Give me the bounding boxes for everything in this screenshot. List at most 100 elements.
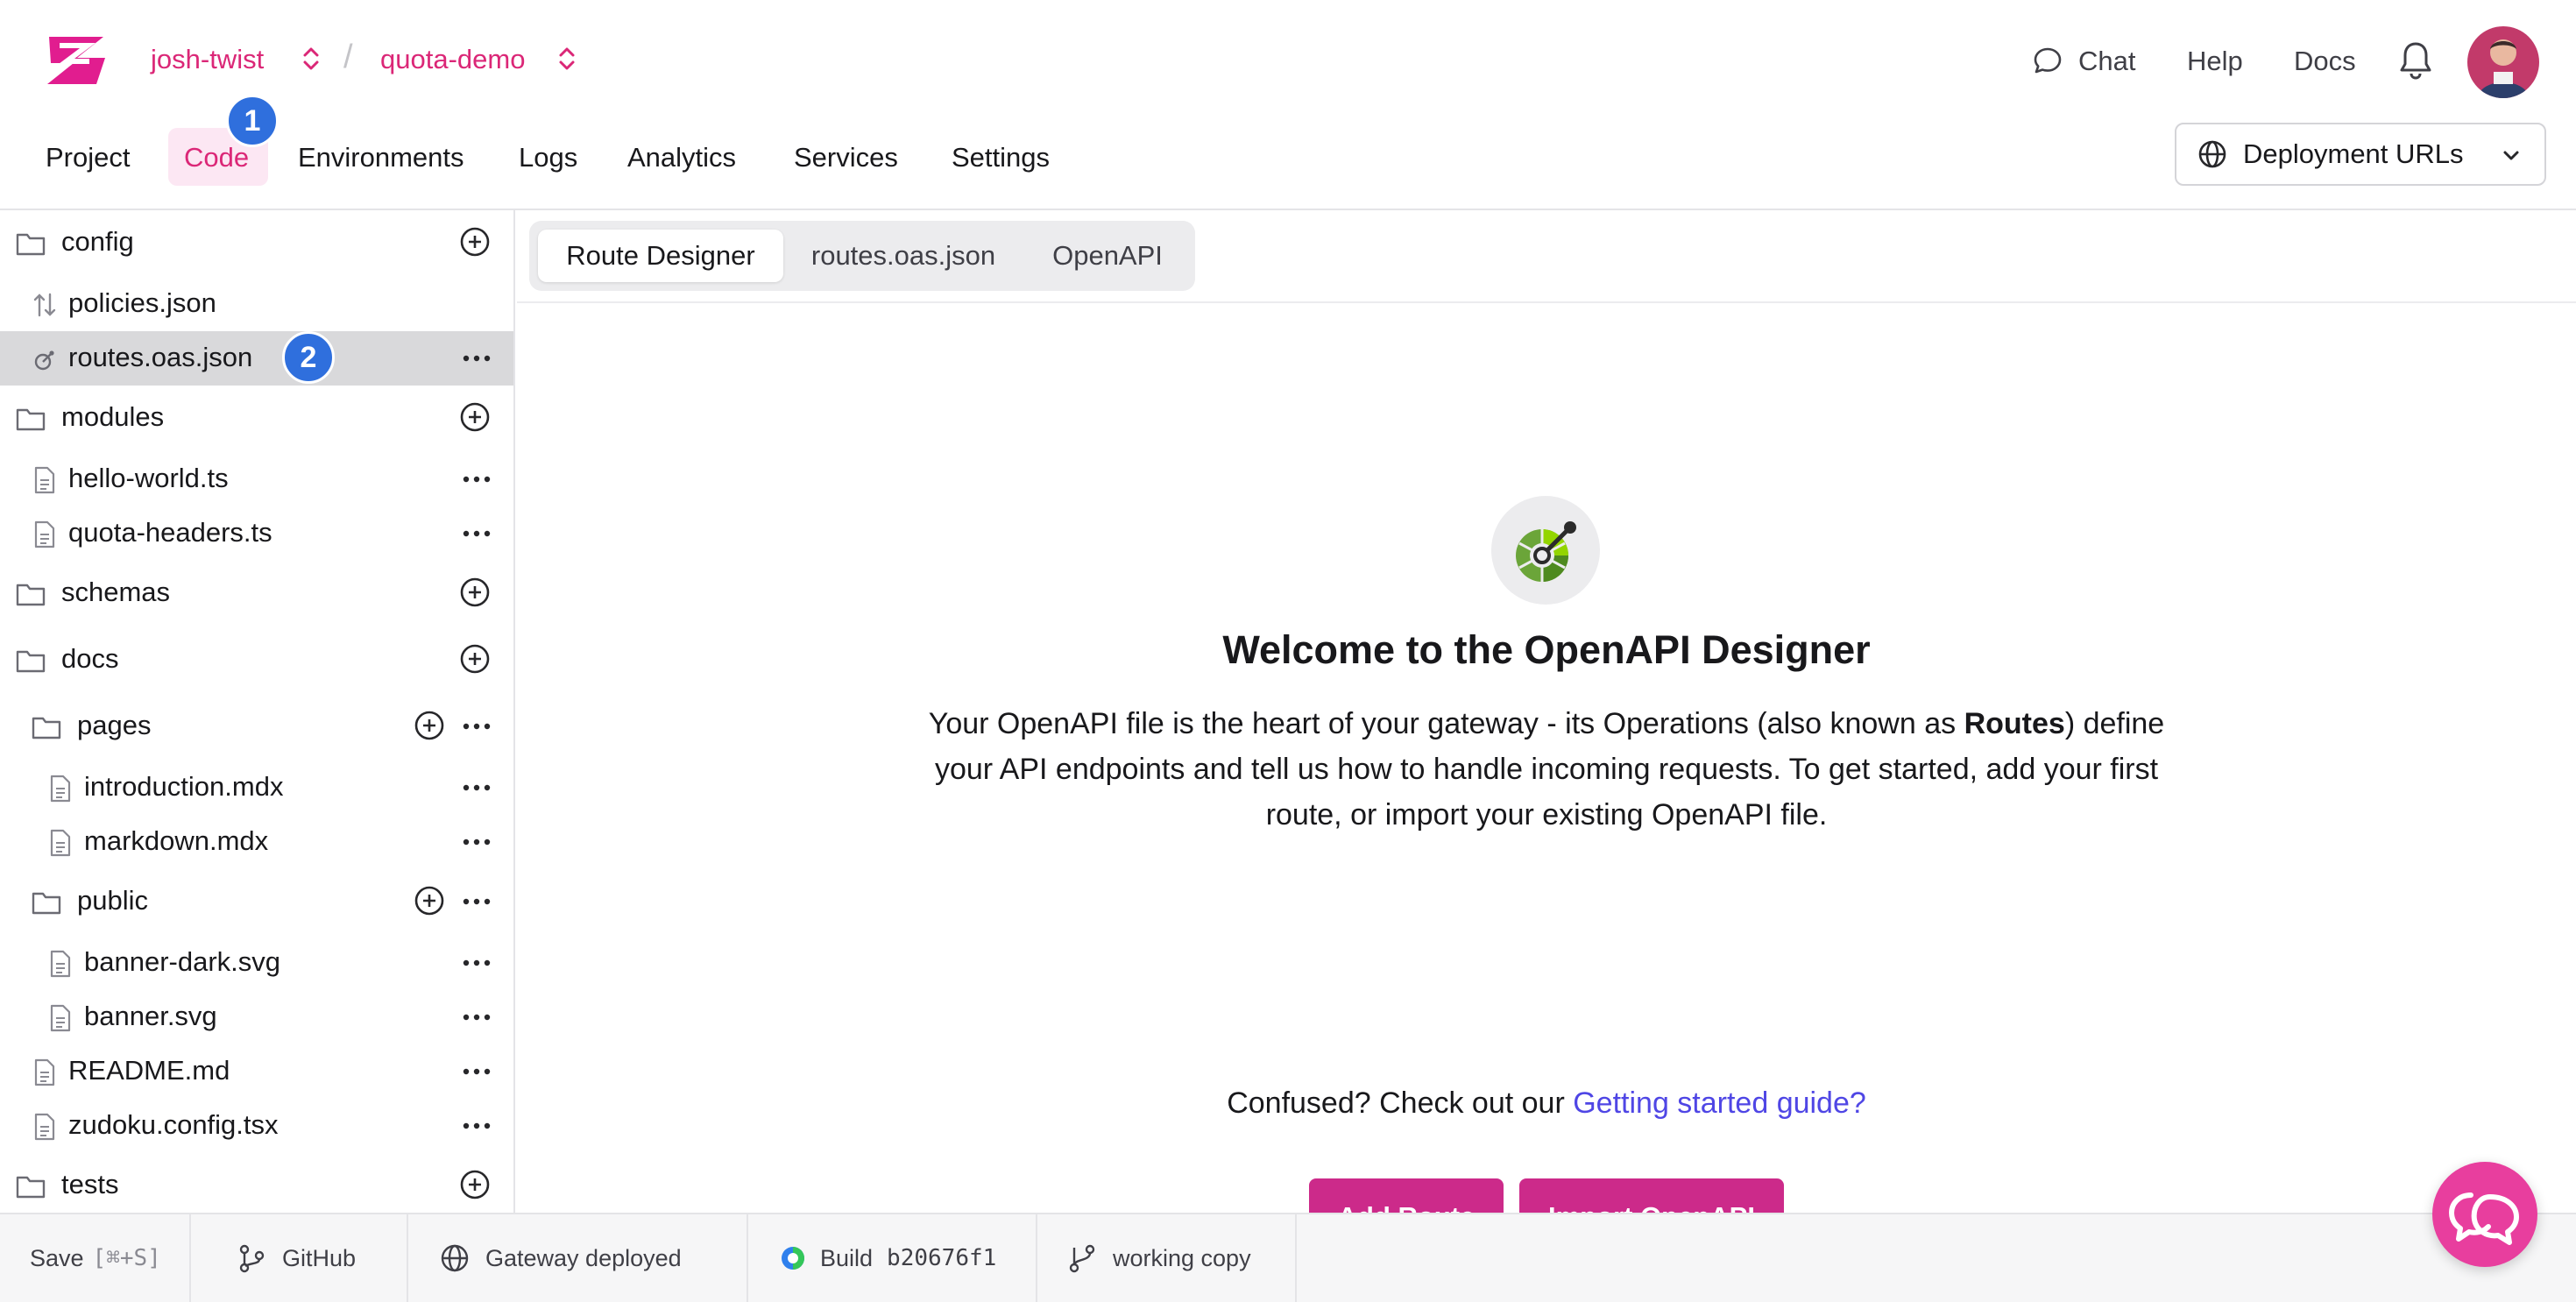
nav-tab-environments[interactable]: Environments bbox=[298, 142, 464, 173]
docs-link[interactable]: Docs bbox=[2294, 46, 2356, 77]
welcome-description: Your OpenAPI file is the heart of your g… bbox=[911, 701, 2182, 838]
file-zudoku-config-tsx[interactable]: zudoku.config.tsx bbox=[0, 1099, 513, 1151]
build-status[interactable]: Build b20676f1 bbox=[748, 1214, 1037, 1302]
file-introduction-mdx[interactable]: introduction.mdx bbox=[0, 761, 513, 813]
more-options-icon[interactable] bbox=[463, 783, 491, 792]
file-policies-json[interactable]: policies.json bbox=[0, 277, 513, 329]
globe-icon bbox=[440, 1243, 470, 1273]
tab-openapi[interactable]: OpenAPI bbox=[1027, 230, 1188, 282]
folder-docs[interactable]: docs bbox=[0, 633, 513, 685]
file-routes-oas-json[interactable]: routes.oas.json bbox=[0, 331, 513, 386]
build-hash: b20676f1 bbox=[887, 1245, 997, 1271]
add-file-icon[interactable] bbox=[459, 577, 491, 608]
annotation-badge-1: 1 bbox=[226, 95, 279, 147]
folder-modules[interactable]: modules bbox=[0, 391, 513, 443]
add-file-icon[interactable] bbox=[459, 401, 491, 433]
folder-pages[interactable]: pages bbox=[0, 699, 513, 752]
add-file-icon[interactable] bbox=[459, 226, 491, 258]
folder-icon bbox=[16, 648, 46, 673]
support-chat-button[interactable] bbox=[2432, 1162, 2537, 1267]
chat-bubble-icon[interactable] bbox=[2033, 46, 2063, 75]
tree-label: modules bbox=[61, 401, 165, 432]
nav-tab-project[interactable]: Project bbox=[46, 142, 130, 173]
more-options-icon[interactable] bbox=[463, 838, 491, 846]
save-status[interactable]: Save [⌘+S] bbox=[0, 1214, 191, 1302]
openapi-logo-icon bbox=[1491, 496, 1600, 605]
add-file-icon[interactable] bbox=[414, 710, 445, 741]
file-icon bbox=[49, 775, 72, 803]
org-chevron-updown-icon[interactable] bbox=[300, 44, 322, 74]
file-quota-headers-ts[interactable]: quota-headers.ts bbox=[0, 506, 513, 559]
more-options-icon[interactable] bbox=[463, 897, 491, 906]
tab-route-designer[interactable]: Route Designer bbox=[538, 230, 783, 282]
file-banner-dark-svg[interactable]: banner-dark.svg bbox=[0, 936, 513, 988]
folder-public[interactable]: public bbox=[0, 874, 513, 927]
more-options-icon[interactable] bbox=[463, 1013, 491, 1022]
editor-tabs: Route Designer routes.oas.json OpenAPI bbox=[529, 221, 1195, 291]
org-selector[interactable]: josh-twist bbox=[151, 44, 264, 75]
more-options-icon[interactable] bbox=[463, 722, 491, 731]
project-selector[interactable]: quota-demo bbox=[380, 44, 525, 75]
deployment-urls-label: Deployment URLs bbox=[2243, 138, 2464, 169]
file-readme-md[interactable]: README.md bbox=[0, 1044, 513, 1097]
branch-label: working copy bbox=[1113, 1244, 1251, 1271]
gateway-label: Gateway deployed bbox=[485, 1244, 682, 1271]
user-avatar[interactable] bbox=[2467, 26, 2539, 98]
file-markdown-mdx[interactable]: markdown.mdx bbox=[0, 815, 513, 867]
confused-text: Confused? Check out our bbox=[1227, 1086, 1574, 1120]
add-file-icon[interactable] bbox=[414, 885, 445, 916]
more-options-icon[interactable] bbox=[463, 1067, 491, 1076]
file-icon bbox=[33, 1113, 56, 1141]
project-chevron-updown-icon[interactable] bbox=[556, 44, 578, 74]
add-file-icon[interactable] bbox=[459, 643, 491, 675]
tab-routes-oas-json[interactable]: routes.oas.json bbox=[789, 230, 1018, 282]
branch-status[interactable]: working copy bbox=[1037, 1214, 1297, 1302]
chat-link[interactable]: Chat bbox=[2078, 46, 2135, 77]
tree-label: quota-headers.ts bbox=[68, 517, 272, 548]
help-line: Confused? Check out our Getting started … bbox=[517, 1086, 2576, 1121]
top-header: josh-twist / quota-demo Chat Help Docs P… bbox=[0, 0, 2576, 210]
file-tree-sidebar: config policies.json routes.oas.json 2 m… bbox=[0, 210, 515, 1213]
file-icon bbox=[49, 829, 72, 857]
build-status-icon bbox=[780, 1245, 806, 1271]
tree-label: policies.json bbox=[68, 287, 216, 318]
divider bbox=[517, 301, 2576, 303]
more-options-icon[interactable] bbox=[463, 1122, 491, 1130]
help-link[interactable]: Help bbox=[2187, 46, 2243, 77]
folder-tests[interactable]: tests bbox=[0, 1158, 513, 1211]
tree-label: public bbox=[77, 885, 148, 916]
getting-started-link[interactable]: Getting started guide? bbox=[1573, 1086, 1866, 1120]
gateway-status[interactable]: Gateway deployed bbox=[408, 1214, 748, 1302]
more-options-icon[interactable] bbox=[463, 354, 491, 363]
nav-tab-services[interactable]: Services bbox=[794, 142, 898, 173]
add-file-icon[interactable] bbox=[459, 1169, 491, 1200]
status-bar: Save [⌘+S] GitHub Gateway deployed Build… bbox=[0, 1213, 2576, 1302]
nav-tab-logs[interactable]: Logs bbox=[519, 142, 577, 173]
nav-tab-code[interactable]: Code bbox=[184, 142, 249, 173]
folder-config[interactable]: config bbox=[0, 216, 513, 268]
tree-label: introduction.mdx bbox=[84, 771, 284, 802]
notification-bell-icon[interactable] bbox=[2396, 39, 2436, 82]
github-status[interactable]: GitHub bbox=[191, 1214, 408, 1302]
tree-label: zudoku.config.tsx bbox=[68, 1109, 279, 1140]
file-banner-svg[interactable]: banner.svg bbox=[0, 990, 513, 1043]
tree-label: README.md bbox=[68, 1055, 230, 1086]
nav-tab-analytics[interactable]: Analytics bbox=[627, 142, 736, 173]
folder-icon bbox=[32, 715, 61, 739]
sort-arrows-icon bbox=[33, 291, 56, 319]
save-label: Save bbox=[30, 1244, 84, 1271]
nav-tab-settings[interactable]: Settings bbox=[952, 142, 1050, 173]
file-hello-world-ts[interactable]: hello-world.ts bbox=[0, 452, 513, 505]
more-options-icon[interactable] bbox=[463, 475, 491, 484]
more-options-icon[interactable] bbox=[463, 529, 491, 538]
tree-label: config bbox=[61, 226, 134, 257]
file-icon bbox=[49, 950, 72, 978]
zuplo-logo-icon[interactable] bbox=[42, 32, 112, 89]
chevron-down-icon bbox=[2501, 145, 2522, 166]
annotation-badge-2: 2 bbox=[282, 331, 335, 384]
folder-schemas[interactable]: schemas bbox=[0, 566, 513, 619]
git-branch-icon bbox=[237, 1243, 266, 1273]
more-options-icon[interactable] bbox=[463, 959, 491, 967]
folder-icon bbox=[16, 1174, 46, 1199]
deployment-urls-button[interactable]: Deployment URLs bbox=[2175, 123, 2546, 186]
